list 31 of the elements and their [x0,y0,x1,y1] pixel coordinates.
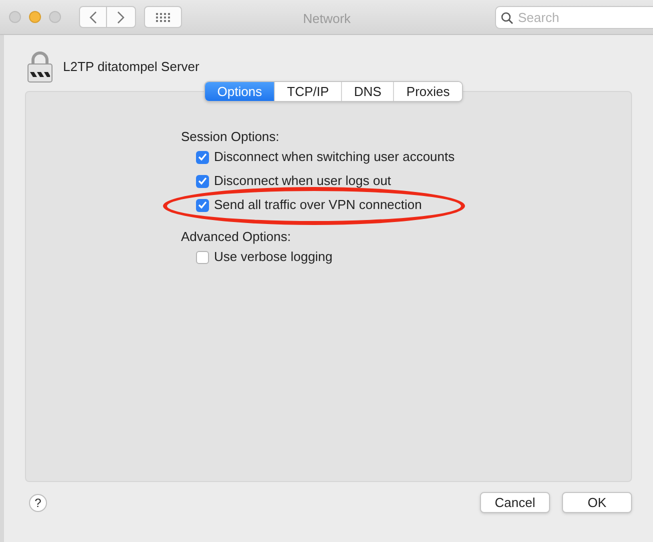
chevron-right-icon [117,10,125,24]
option-label: Disconnect when switching user accounts [214,148,455,166]
checkbox[interactable] [196,174,209,188]
grid-icon [156,12,170,22]
option-label: Send all traffic over VPN connection [214,196,422,214]
back-button[interactable] [79,6,107,28]
option-label: Use verbose logging [214,248,333,266]
section-heading: Advanced Options: [181,228,292,245]
search-field[interactable]: Search [495,6,653,29]
tab[interactable]: Proxies [393,82,462,101]
checkbox[interactable] [196,250,209,264]
checkmark-icon [198,153,207,161]
tab[interactable]: Options [205,82,274,101]
dialog-button[interactable]: OK [562,492,632,513]
checkmark-icon [198,201,207,209]
show-all-button[interactable] [144,6,182,28]
connection-name: L2TP ditatompel Server [63,58,200,76]
checkbox[interactable] [196,198,209,212]
search-icon [501,12,513,24]
window-title: Network [303,10,351,28]
tab[interactable]: DNS [340,82,394,101]
section-heading: Session Options: [181,128,280,145]
checkbox[interactable] [196,150,209,164]
lock-icon [27,51,53,83]
dialog-button[interactable]: Cancel [480,492,550,513]
help-button[interactable]: ? [29,494,47,512]
checkmark-icon [198,177,207,185]
forward-button[interactable] [107,6,136,28]
tab[interactable]: TCP/IP [274,82,341,101]
chevron-left-icon [89,10,97,24]
option-label: Disconnect when user logs out [214,172,392,190]
